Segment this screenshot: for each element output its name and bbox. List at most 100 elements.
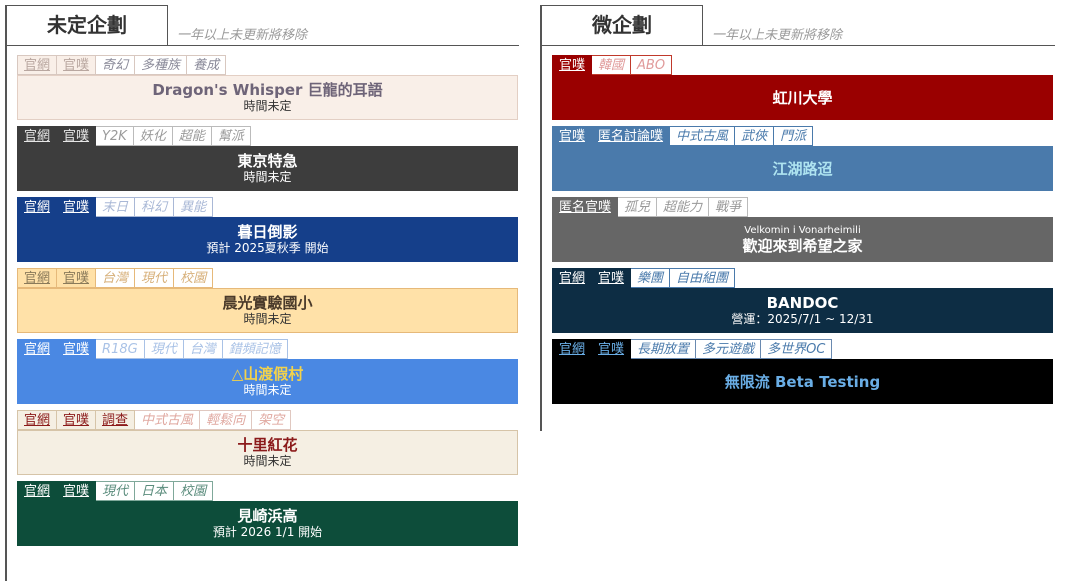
tag-row: 官網 官噗 長期放置 多元遊戲 多世界OC	[552, 339, 1053, 359]
project-card-list: 官噗 韓國 ABO 虹川大學 官噗 匿名討論噗 中式古風 武俠 門派 江湖路迢 匿名官噗 孤兒 超能力戰…	[552, 55, 1053, 410]
genre-tag: 樂團	[631, 268, 671, 288]
project-status: 時間未定	[243, 383, 292, 397]
genre-tag: 門派	[774, 126, 814, 146]
tag-row: 官網 官噗 Y2K 妖化 超能 幫派	[17, 126, 518, 146]
link-tag[interactable]: 官噗	[592, 268, 632, 288]
link-tag[interactable]: 官噗	[592, 339, 632, 359]
project-banner[interactable]: 虹川大學	[552, 75, 1053, 120]
genre-tag: 戰爭	[709, 197, 749, 217]
link-tag[interactable]: 官網	[17, 268, 58, 288]
project-status: 營運：2025/7/1 ~ 12/31	[731, 312, 874, 326]
project-banner[interactable]: 見崎浜高 預計 2026 1/1 開始	[17, 501, 518, 546]
project-status: 時間未定	[243, 170, 292, 184]
link-tag[interactable]: 官噗	[552, 126, 593, 146]
project-title: 晨光實驗國小	[222, 294, 313, 312]
project-banner[interactable]: Dragon's Whisper 巨龍的耳語 時間未定	[17, 75, 518, 120]
genre-tag: ABO	[631, 55, 673, 75]
genre-tag: 校園	[174, 268, 214, 288]
project-banner[interactable]: 無限流 Beta Testing	[552, 359, 1053, 404]
project-title: BANDOC	[766, 294, 839, 312]
link-tag[interactable]: 官網	[17, 339, 58, 359]
genre-tag: 架空	[252, 410, 292, 430]
genre-tag: 現代	[96, 481, 136, 501]
project-card: 匿名官噗 孤兒 超能力 戰爭 Velkomin i Vonarheimili 歡迎來到希望…	[552, 197, 1053, 262]
genre-tag: Y2K	[96, 126, 134, 146]
link-tag[interactable]: 官噗	[552, 55, 593, 75]
micro-projects-section: 微企劃 一年以上未更新將移除 官噗 韓國 ABO 虹川大學 官噗 匿名討論噗 中式古風 武俠門…	[540, 5, 1055, 431]
genre-tag: 校園	[174, 481, 214, 501]
link-tag[interactable]: 官網	[17, 410, 58, 430]
tag-row: 官網 官噗 調查 中式古風 輕鬆向 架空	[17, 410, 518, 430]
link-tag[interactable]: 匿名討論噗	[592, 126, 671, 146]
link-tag[interactable]: 官網	[17, 55, 58, 75]
genre-tag: 輕鬆向	[200, 410, 253, 430]
link-tag[interactable]: 官網	[17, 197, 58, 217]
genre-tag: 超能	[172, 126, 212, 146]
project-status: 時間未定	[243, 454, 292, 468]
genre-tag: 超能力	[657, 197, 710, 217]
tag-row: 官網 官噗 台灣 現代 校園	[17, 268, 518, 288]
genre-tag: 自由組團	[670, 268, 736, 288]
project-card-list: 官網 官噗 奇幻 多種族 養成 Dragon's Whisper 巨龍的耳語 時間未定 官網官…	[17, 55, 518, 552]
tag-row: 官噗 韓國 ABO	[552, 55, 1053, 75]
link-tag[interactable]: 官噗	[57, 339, 97, 359]
link-tag[interactable]: 官噗	[57, 268, 97, 288]
project-banner[interactable]: 暮日倒影 預計 2025夏秋季 開始	[17, 217, 518, 262]
genre-tag: 多種族	[135, 55, 188, 75]
project-banner[interactable]: 江湖路迢	[552, 146, 1053, 191]
project-title: 歡迎來到希望之家	[742, 236, 863, 255]
project-banner[interactable]: BANDOC 營運：2025/7/1 ~ 12/31	[552, 288, 1053, 333]
link-tag[interactable]: 官網	[552, 268, 593, 288]
genre-tag: 武俠	[735, 126, 775, 146]
project-title: 見崎浜高	[237, 507, 298, 525]
genre-tag: 現代	[135, 268, 175, 288]
project-banner[interactable]: 十里紅花 時間未定	[17, 430, 518, 475]
project-banner[interactable]: Velkomin i Vonarheimili 歡迎來到希望之家	[552, 217, 1053, 262]
tag-row: 官網 官噗 樂團 自由組團	[552, 268, 1053, 288]
genre-tag: 中式古風	[670, 126, 736, 146]
tag-row: 官網 官噗 奇幻 多種族 養成	[17, 55, 518, 75]
project-banner[interactable]: 東京特急 時間未定	[17, 146, 518, 191]
link-tag[interactable]: 調查	[96, 410, 136, 430]
project-title: Dragon's Whisper 巨龍的耳語	[152, 81, 383, 99]
genre-tag: 多元遊戲	[696, 339, 762, 359]
project-title: 江湖路迢	[772, 159, 833, 178]
genre-tag: 現代	[144, 339, 184, 359]
project-card: 官網 官噗 Y2K 妖化 超能 幫派 東京特急 時間未定	[17, 126, 518, 191]
project-card: 官網 官噗 樂團 自由組團 BANDOC 營運：2025/7/1 ~ 12/31	[552, 268, 1053, 333]
link-tag[interactable]: 官噗	[57, 410, 97, 430]
undecided-projects-section: 未定企劃 一年以上未更新將移除 官網 官噗 奇幻 多種族 養成 Dragon's Whis…	[5, 5, 519, 581]
project-title: 無限流 Beta Testing	[724, 372, 881, 391]
genre-tag: 異能	[174, 197, 214, 217]
tag-row: 官網 官噗 現代 日本 校園	[17, 481, 518, 501]
link-tag[interactable]: 官噗	[57, 55, 97, 75]
genre-tag: 孤兒	[618, 197, 658, 217]
project-banner[interactable]: 晨光實驗國小 時間未定	[17, 288, 518, 333]
genre-tag: 長期放置	[631, 339, 697, 359]
genre-tag: 幫派	[211, 126, 251, 146]
genre-tag: R18G	[96, 339, 145, 359]
genre-tag: 養成	[187, 55, 227, 75]
tag-row: 官網 官噗 R18G 現代 台灣 錯頻記憶	[17, 339, 518, 359]
genre-tag: 多世界OC	[761, 339, 833, 359]
section-note: 一年以上未更新將移除	[177, 28, 308, 43]
project-status: 時間未定	[243, 312, 292, 326]
link-tag[interactable]: 官噗	[57, 126, 97, 146]
project-card: 官網 官噗 現代 日本 校園 見崎浜高 預計 2026 1/1 開始	[17, 481, 518, 546]
genre-tag: 末日	[96, 197, 136, 217]
project-banner[interactable]: △山渡假村 時間未定	[17, 359, 518, 404]
genre-tag: 妖化	[133, 126, 173, 146]
link-tag[interactable]: 官噗	[57, 481, 97, 501]
tag-row: 官噗 匿名討論噗 中式古風 武俠 門派	[552, 126, 1053, 146]
project-card: 官網 官噗 R18G 現代 台灣 錯頻記憶 △山渡假村 時間未定	[17, 339, 518, 404]
project-title: 東京特急	[237, 152, 298, 170]
link-tag[interactable]: 匿名官噗	[552, 197, 619, 217]
link-tag[interactable]: 官網	[17, 481, 58, 501]
project-title: 虹川大學	[772, 88, 833, 107]
genre-tag: 奇幻	[96, 55, 136, 75]
tag-row: 官網 官噗 末日 科幻 異能	[17, 197, 518, 217]
link-tag[interactable]: 官網	[552, 339, 593, 359]
link-tag[interactable]: 官網	[17, 126, 58, 146]
section-title: 未定企劃	[7, 5, 168, 45]
link-tag[interactable]: 官噗	[57, 197, 97, 217]
